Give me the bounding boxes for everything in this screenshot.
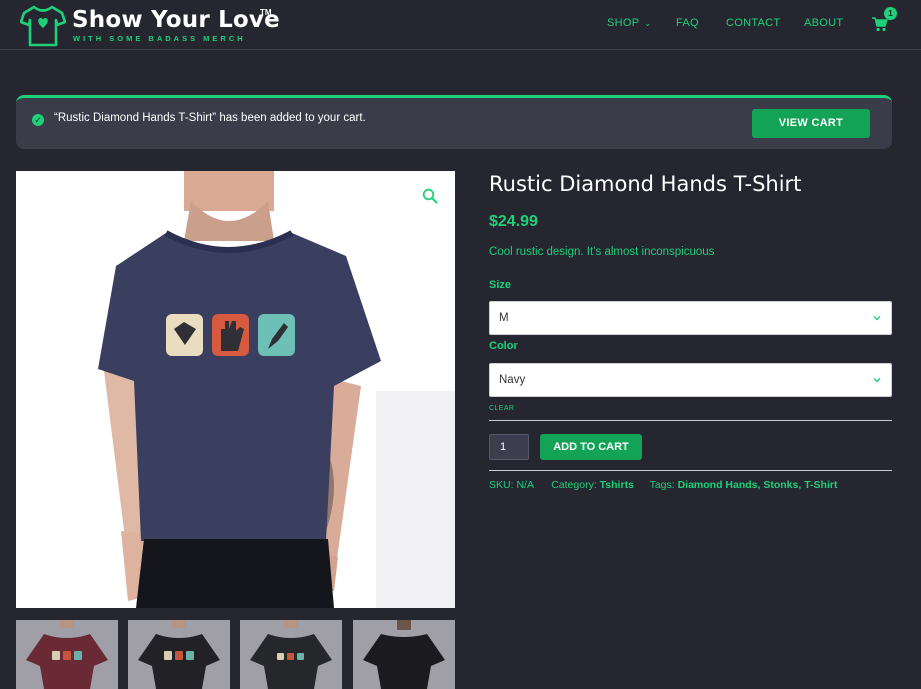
thumbnail-photo	[128, 620, 230, 689]
tags-label: Tags:	[649, 479, 675, 491]
brand-tagline: WITH SOME BADASS MERCH	[73, 34, 246, 43]
product-photo	[16, 171, 455, 608]
product-thumbnail[interactable]	[240, 620, 342, 689]
size-selected-value: M	[499, 312, 509, 324]
product-price: $24.99	[489, 213, 538, 230]
chevron-down-icon	[873, 378, 881, 383]
product-thumbnails	[16, 620, 456, 689]
thumbnail-photo	[353, 620, 455, 689]
color-select[interactable]: Navy	[489, 363, 892, 397]
size-label: Size	[489, 279, 512, 291]
nav-item-shop[interactable]: SHOP ⌄	[607, 17, 651, 29]
nav-item-contact[interactable]: CONTACT	[726, 17, 780, 29]
product-meta: SKU: N/A Category: Tshirts Tags: Diamond…	[489, 479, 837, 491]
added-to-cart-notice: ✓ “Rustic Diamond Hands T-Shirt” has bee…	[16, 95, 892, 149]
view-cart-button[interactable]: VIEW CART	[752, 109, 870, 138]
divider	[489, 420, 892, 421]
zoom-search-icon[interactable]	[422, 188, 438, 204]
chevron-down-icon	[873, 316, 881, 321]
product-title: Rustic Diamond Hands T-Shirt	[489, 172, 802, 196]
chevron-down-icon: ⌄	[644, 19, 652, 28]
product-thumbnail[interactable]	[16, 620, 118, 689]
nav-item-about[interactable]: ABOUT	[804, 17, 843, 29]
thumbnail-photo	[16, 620, 118, 689]
main-nav: SHOP ⌄ FAQ CONTACT ABOUT	[0, 17, 921, 33]
size-select[interactable]: M	[489, 301, 892, 335]
quantity-input[interactable]: 1	[489, 434, 529, 460]
site-header: Show Your Love TM WITH SOME BADASS MERCH…	[0, 0, 921, 50]
color-selected-value: Navy	[499, 374, 526, 386]
color-label: Color	[489, 340, 518, 352]
product-main-image[interactable]	[16, 171, 455, 608]
category-link[interactable]: Tshirts	[600, 479, 634, 491]
category-label: Category:	[551, 479, 597, 491]
nav-item-faq[interactable]: FAQ	[676, 17, 699, 29]
tags-links[interactable]: Diamond Hands, Stonks, T-Shirt	[678, 479, 838, 491]
nav-item-label: SHOP	[607, 17, 640, 29]
brand-trademark: TM	[260, 8, 272, 17]
cart-icon	[872, 17, 888, 32]
sku-label: SKU:	[489, 479, 514, 491]
clear-variations-link[interactable]: CLEAR	[489, 405, 514, 412]
header-cart-button[interactable]: 1	[872, 7, 900, 34]
thumbnail-photo	[240, 620, 342, 689]
add-to-cart-button[interactable]: ADD TO CART	[540, 434, 642, 460]
check-circle-icon: ✓	[32, 114, 44, 126]
sku-value: N/A	[516, 479, 534, 491]
notice-message: “Rustic Diamond Hands T-Shirt” has been …	[54, 112, 366, 124]
product-thumbnail[interactable]	[353, 620, 455, 689]
product-thumbnail[interactable]	[128, 620, 230, 689]
product-short-description: Cool rustic design. It’s almost inconspi…	[489, 246, 715, 258]
divider	[489, 470, 892, 471]
cart-count-badge: 1	[884, 7, 897, 20]
